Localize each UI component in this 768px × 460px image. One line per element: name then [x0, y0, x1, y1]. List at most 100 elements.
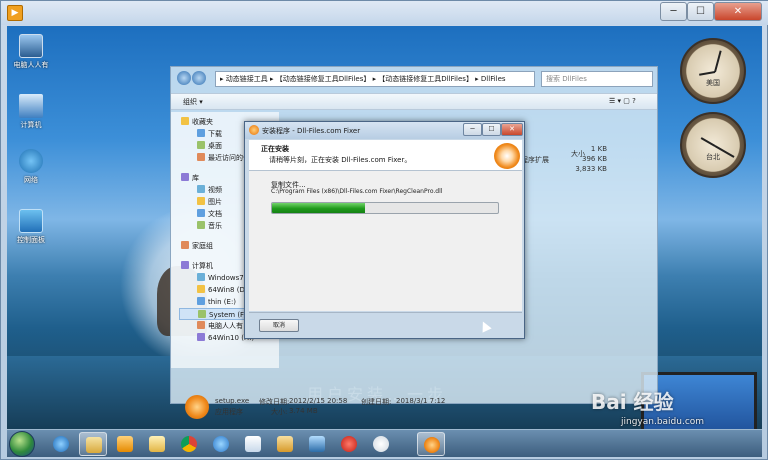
details-created-label: 创建日期:	[361, 398, 392, 406]
document-icon	[245, 436, 261, 452]
dialog-header: 正在安装 请稍等片刻，正在安装 Dll-Files.com Fixer。	[249, 140, 522, 171]
address-row: ▸ 动态链接工具 ▸ 【动态链接修复工具DllFiles】 ▸ 【动态链接修复工…	[171, 71, 657, 89]
nav-item-icon	[197, 141, 205, 149]
taskbar-chrome-button[interactable]	[175, 432, 203, 456]
nav-item-icon	[197, 321, 205, 329]
maximize-button[interactable]: ☐	[687, 2, 714, 21]
start-button[interactable]	[9, 431, 35, 457]
taskbar-cloud-button[interactable]	[367, 432, 395, 456]
monitor-icon	[19, 94, 43, 118]
taskbar-edge-button[interactable]	[207, 432, 235, 456]
host-window: ▶ ─ ☐ ✕ 用户安装…一步 电脑人人有 计算机 网络 控制面板 美国	[0, 0, 768, 460]
dialog-titlebar[interactable]: 安装程序 - Dll-Files.com Fixer ─ ☐ ✕	[245, 122, 524, 139]
nav-item-label: 桌面	[208, 142, 222, 150]
nav-item-icon	[198, 310, 206, 318]
install-file-path: C:\Program Files (x86)\Dll-Files.com Fix…	[271, 188, 443, 195]
close-button[interactable]: ✕	[714, 2, 762, 21]
taskbar-app-button[interactable]	[271, 432, 299, 456]
desktop-icon-control-panel[interactable]: 控制面板	[9, 209, 53, 245]
taskbar-ie-button[interactable]	[47, 432, 75, 456]
nav-item[interactable]: 视频	[197, 184, 222, 196]
app-icon	[277, 436, 293, 452]
nav-item[interactable]: 计算机	[181, 260, 213, 272]
dialog-minimize-button[interactable]: ─	[463, 123, 482, 136]
nav-item[interactable]: 64Win8 (D:)	[197, 284, 250, 296]
file-type: 程序扩展	[521, 156, 549, 164]
desktop-icon-computer[interactable]: 计算机	[9, 94, 53, 130]
host-titlebar[interactable]: ▶ ─ ☐ ✕	[1, 1, 768, 25]
install-progress-fill	[272, 203, 365, 213]
app-icon: ▶	[7, 5, 23, 21]
nav-item-icon	[197, 221, 205, 229]
nav-item-icon	[197, 297, 205, 305]
clock-gadget[interactable]: 台北	[680, 112, 746, 178]
dialog-close-button[interactable]: ✕	[501, 123, 523, 136]
install-progress-bar	[271, 202, 499, 214]
nav-item-label: 下载	[208, 130, 222, 138]
nav-item[interactable]: 音乐	[197, 220, 222, 232]
nav-item[interactable]: thin (E:)	[197, 296, 236, 308]
back-icon[interactable]	[177, 71, 191, 85]
nav-buttons	[177, 71, 207, 87]
minimize-button[interactable]: ─	[660, 2, 687, 21]
control-panel-icon	[19, 209, 43, 233]
clock-gadget[interactable]: 美国	[680, 38, 746, 104]
desktop-icon-label: 计算机	[20, 121, 42, 129]
cancel-button[interactable]: 取消	[259, 319, 299, 332]
nav-item-icon	[181, 117, 189, 125]
nav-item[interactable]: 下载	[197, 128, 222, 140]
clock-hand	[699, 71, 716, 76]
installer-icon	[249, 125, 259, 135]
nav-item-label: thin (E:)	[208, 298, 237, 306]
dialog-divider	[249, 312, 522, 313]
taskbar-explorer-button[interactable]	[79, 432, 107, 456]
nav-item-icon	[197, 185, 205, 193]
nav-item[interactable]: 家庭组	[181, 240, 213, 252]
nav-item[interactable]: 库	[181, 172, 199, 184]
monitor-icon	[309, 436, 325, 452]
taskbar-doc-button[interactable]	[239, 432, 267, 456]
nav-item-label: 视频	[208, 186, 222, 194]
desktop-icon-network[interactable]: 网络	[9, 149, 53, 185]
nav-item[interactable]: 收藏夹	[181, 116, 213, 128]
nav-item-label: 文档	[208, 210, 222, 218]
dialog-subheading: 请稍等片刻，正在安装 Dll-Files.com Fixer。	[269, 156, 412, 164]
address-bar[interactable]: ▸ 动态链接工具 ▸ 【动态链接修复工具DllFiles】 ▸ 【动态链接修复工…	[215, 71, 535, 87]
nav-item-label: 收藏夹	[192, 118, 213, 126]
organize-button[interactable]: 组织 ▾	[183, 97, 203, 107]
taskbar-monitor-button[interactable]	[303, 432, 331, 456]
details-type: 应用程序	[215, 408, 243, 416]
desktop-icon-label: 控制面板	[17, 236, 45, 244]
file-size: 396 KB	[582, 155, 607, 163]
explorer-toolbar: 组织 ▾ ☰ ▾ ▢ ?	[171, 93, 657, 110]
cloud-icon	[373, 436, 389, 452]
baidu-watermark-url: jingyan.baidu.com	[621, 417, 705, 427]
ie-icon	[53, 436, 69, 452]
dialog-maximize-button[interactable]: ☐	[482, 123, 501, 136]
views-button[interactable]: ☰ ▾ ▢ ?	[609, 97, 636, 105]
details-filename: setup.exe	[215, 397, 250, 405]
forward-icon[interactable]	[192, 71, 206, 85]
file-row[interactable]: 程序扩展 396 KB	[521, 155, 657, 165]
nav-item-icon	[197, 285, 205, 293]
installer-icon	[424, 437, 440, 453]
taskbar-files-button[interactable]	[143, 432, 171, 456]
file-list: 1 KB 程序扩展 396 KB 3,833 KB	[521, 145, 657, 175]
nav-item[interactable]: 图片	[197, 196, 222, 208]
nav-item-icon	[197, 197, 205, 205]
file-row[interactable]: 3,833 KB	[521, 165, 657, 175]
dialog-body: 复制文件... C:\Program Files (x86)\Dll-Files…	[249, 171, 522, 311]
search-input[interactable]: 搜索 DllFiles	[541, 71, 653, 87]
file-row[interactable]: 1 KB	[521, 145, 657, 155]
installer-dialog: 安装程序 - Dll-Files.com Fixer ─ ☐ ✕ 正在安装 请稍…	[244, 121, 525, 339]
desktop-icon-user[interactable]: 电脑人人有	[9, 34, 53, 70]
nav-item-icon	[197, 273, 205, 281]
setup-file-icon	[185, 395, 209, 419]
taskbar-chinese-app-button[interactable]	[335, 432, 363, 456]
nav-item[interactable]: 文档	[197, 208, 222, 220]
chrome-icon	[181, 436, 197, 452]
details-created: 2018/3/1 7:12	[396, 397, 446, 405]
nav-item[interactable]: 桌面	[197, 140, 222, 152]
taskbar-media-button[interactable]	[111, 432, 139, 456]
taskbar-installer-button[interactable]	[417, 432, 445, 456]
